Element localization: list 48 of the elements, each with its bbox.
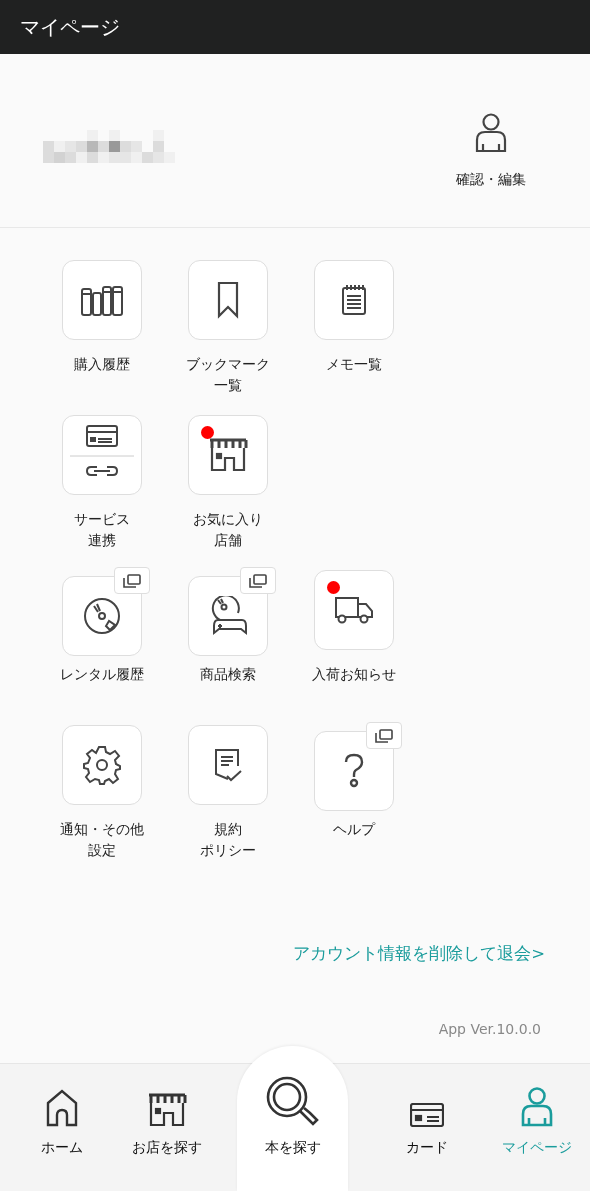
menu-tile-button[interactable] — [62, 576, 142, 656]
nav-tab[interactable]: ホーム — [0, 1064, 124, 1191]
menu-tile-button[interactable] — [62, 260, 142, 340]
books-icon — [81, 284, 123, 316]
nav-tab[interactable]: お店を探す — [124, 1064, 210, 1191]
truck-icon — [334, 596, 374, 624]
app-version: App Ver.10.0.0 — [438, 1021, 541, 1037]
document-check-icon — [212, 748, 244, 782]
page-title: マイページ — [20, 13, 120, 41]
menu-label: 店舗 — [214, 531, 242, 550]
nav-tab[interactable]: 本を探す — [237, 1046, 348, 1191]
nav-tab[interactable]: カード — [370, 1064, 484, 1191]
menu-label: お気に入り — [193, 510, 263, 529]
menu-tile-button[interactable] — [62, 725, 142, 805]
menu-label: サービス — [74, 510, 130, 529]
person-icon — [520, 1087, 554, 1127]
menu-tile-button[interactable] — [314, 260, 394, 340]
menu-tile-button[interactable] — [188, 725, 268, 805]
menu-label: 一覧 — [214, 376, 242, 395]
menu-label: 設定 — [88, 841, 116, 860]
menu-label: ブックマーク — [186, 355, 270, 374]
notepad-icon — [341, 284, 367, 316]
menu-label: ヘルプ — [333, 820, 375, 839]
store-icon — [208, 438, 248, 472]
menu-label: 購入履歴 — [74, 355, 130, 374]
menu-label: 入荷お知らせ — [312, 665, 396, 684]
disc-icon — [83, 597, 121, 635]
home-icon — [46, 1089, 78, 1127]
menu-label: ポリシー — [200, 841, 256, 860]
store-icon — [147, 1093, 187, 1127]
menu-label: 通知・その他 — [60, 820, 144, 839]
menu-tile-button[interactable] — [188, 260, 268, 340]
menu-tile-button[interactable] — [188, 576, 268, 656]
menu-label: メモ一覧 — [326, 355, 382, 374]
help-icon — [343, 753, 365, 789]
card-icon — [410, 1103, 444, 1127]
settings-icon — [82, 745, 122, 785]
menu-label: 連携 — [88, 531, 116, 550]
menu-label: 規約 — [214, 820, 242, 839]
profile-edit-button[interactable]: 確認・編集 — [456, 112, 526, 189]
menu-tile-button[interactable] — [62, 415, 142, 495]
bookmark-icon — [217, 281, 239, 319]
menu-tile-button[interactable] — [188, 415, 268, 495]
menu-label: 商品検索 — [200, 665, 256, 684]
menu-label: レンタル履歴 — [60, 665, 144, 684]
menu-tile-button[interactable] — [314, 570, 394, 650]
menu-tile-button[interactable] — [314, 731, 394, 811]
person-icon — [474, 112, 508, 153]
